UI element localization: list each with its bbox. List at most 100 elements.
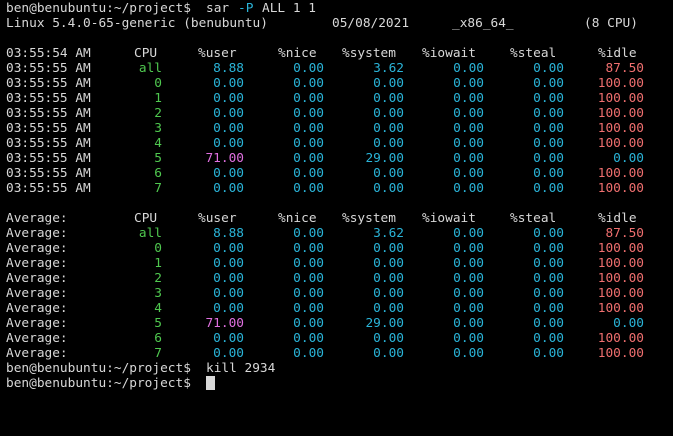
average-nice-cell: 0.00 bbox=[293, 241, 324, 256]
sample-row: 03:55:55 AM 4 0.00 0.00 0.00 0.00 0.00 100.00 bbox=[6, 136, 673, 151]
avg-header-nice: %nice bbox=[278, 211, 317, 226]
sample-idle-cell: 0.00 bbox=[613, 151, 644, 166]
average-cpu-cell: 3 bbox=[154, 286, 162, 301]
terminal-window[interactable]: ben@benubuntu:~/project$ sar -P ALL 1 1 … bbox=[0, 0, 673, 400]
average-steal-cell: 0.00 bbox=[533, 226, 564, 241]
sample-cpu-cell: 0 bbox=[154, 76, 162, 91]
sample-row: 03:55:55 AM 6 0.00 0.00 0.00 0.00 0.00 100.00 bbox=[6, 166, 673, 181]
shell-prompt: ben@benubuntu:~/project$ bbox=[6, 361, 191, 376]
sample-idle-cell: 87.50 bbox=[605, 61, 644, 76]
sample-user-cell: 0.00 bbox=[213, 136, 244, 151]
header-time: 03:55:54 AM bbox=[6, 46, 91, 61]
average-idle-cell: 100.00 bbox=[597, 241, 644, 256]
sample-steal-cell: 0.00 bbox=[533, 181, 564, 196]
sample-row: 03:55:55 AM 2 0.00 0.00 0.00 0.00 0.00 100.00 bbox=[6, 106, 673, 121]
sample-time-cell: 03:55:55 AM bbox=[6, 181, 91, 196]
sample-user-cell: 8.88 bbox=[213, 61, 244, 76]
average-row: Average: 1 0.00 0.00 0.00 0.00 0.00 100.00 bbox=[6, 256, 673, 271]
average-row: Average: 3 0.00 0.00 0.00 0.00 0.00 100.00 bbox=[6, 286, 673, 301]
sample-steal-cell: 0.00 bbox=[533, 166, 564, 181]
sample-idle-cell: 100.00 bbox=[597, 166, 644, 181]
sample-time-cell: 03:55:55 AM bbox=[6, 106, 91, 121]
text-cursor[interactable] bbox=[206, 376, 215, 390]
average-system-cell: 0.00 bbox=[373, 331, 404, 346]
average-system-cell: 3.62 bbox=[373, 226, 404, 241]
average-nice-cell: 0.00 bbox=[293, 346, 324, 361]
sample-system-cell: 0.00 bbox=[373, 76, 404, 91]
sample-iowait-cell: 0.00 bbox=[453, 61, 484, 76]
cpu-count: (8 CPU) bbox=[584, 16, 638, 31]
average-user-cell: 0.00 bbox=[213, 346, 244, 361]
average-row: Average: 5 71.00 0.00 29.00 0.00 0.00 0.00 bbox=[6, 316, 673, 331]
average-idle-cell: 0.00 bbox=[613, 316, 644, 331]
average-row: Average: 0 0.00 0.00 0.00 0.00 0.00 100.00 bbox=[6, 241, 673, 256]
average-cpu-cell: 4 bbox=[154, 301, 162, 316]
sample-time-cell: 03:55:55 AM bbox=[6, 166, 91, 181]
average-system-cell: 0.00 bbox=[373, 256, 404, 271]
average-header-row: Average: CPU %user %nice %system %iowait… bbox=[6, 211, 673, 226]
header-iowait: %iowait bbox=[422, 46, 476, 61]
report-date: 05/08/2021 bbox=[332, 16, 410, 31]
average-system-cell: 0.00 bbox=[373, 346, 404, 361]
sample-iowait-cell: 0.00 bbox=[453, 76, 484, 91]
sample-user-cell: 0.00 bbox=[213, 121, 244, 136]
sample-idle-cell: 100.00 bbox=[597, 76, 644, 91]
average-iowait-cell: 0.00 bbox=[453, 316, 484, 331]
average-system-cell: 0.00 bbox=[373, 301, 404, 316]
average-row: Average: 2 0.00 0.00 0.00 0.00 0.00 100.00 bbox=[6, 271, 673, 286]
sample-idle-cell: 100.00 bbox=[597, 106, 644, 121]
sample-nice-cell: 0.00 bbox=[293, 136, 324, 151]
average-nice-cell: 0.00 bbox=[293, 226, 324, 241]
average-idle-cell: 100.00 bbox=[597, 256, 644, 271]
average-cpu-cell: 1 bbox=[154, 256, 162, 271]
average-idle-cell: 100.00 bbox=[597, 346, 644, 361]
average-user-cell: 0.00 bbox=[213, 301, 244, 316]
sample-steal-cell: 0.00 bbox=[533, 106, 564, 121]
average-time-cell: Average: bbox=[6, 331, 68, 346]
shell-prompt: ben@benubuntu:~/project$ bbox=[6, 376, 191, 391]
sample-row: 03:55:55 AM 5 71.00 0.00 29.00 0.00 0.00 0.00 bbox=[6, 151, 673, 166]
header-system: %system bbox=[342, 46, 396, 61]
average-time-cell: Average: bbox=[6, 271, 68, 286]
sample-steal-cell: 0.00 bbox=[533, 121, 564, 136]
sample-time-cell: 03:55:55 AM bbox=[6, 76, 91, 91]
sample-idle-cell: 100.00 bbox=[597, 181, 644, 196]
average-iowait-cell: 0.00 bbox=[453, 331, 484, 346]
header-user: %user bbox=[198, 46, 237, 61]
terminal-line-command-kill: ben@benubuntu:~/project$ kill 2934 bbox=[6, 361, 673, 376]
terminal-line-active-prompt[interactable]: ben@benubuntu:~/project$ bbox=[6, 376, 673, 391]
sample-steal-cell: 0.00 bbox=[533, 76, 564, 91]
header-steal: %steal bbox=[510, 46, 557, 61]
avg-header-iowait: %iowait bbox=[422, 211, 476, 226]
average-iowait-cell: 0.00 bbox=[453, 286, 484, 301]
average-cpu-cell: 6 bbox=[154, 331, 162, 346]
sample-steal-cell: 0.00 bbox=[533, 151, 564, 166]
sample-nice-cell: 0.00 bbox=[293, 106, 324, 121]
sample-time-cell: 03:55:55 AM bbox=[6, 61, 91, 76]
average-user-cell: 8.88 bbox=[213, 226, 244, 241]
sample-system-cell: 0.00 bbox=[373, 121, 404, 136]
sample-iowait-cell: 0.00 bbox=[453, 166, 484, 181]
average-idle-cell: 100.00 bbox=[597, 286, 644, 301]
average-time-cell: Average: bbox=[6, 346, 68, 361]
average-steal-cell: 0.00 bbox=[533, 241, 564, 256]
average-system-cell: 0.00 bbox=[373, 271, 404, 286]
average-idle-cell: 100.00 bbox=[597, 301, 644, 316]
sample-cpu-cell: 3 bbox=[154, 121, 162, 136]
header-idle: %idle bbox=[598, 46, 637, 61]
kernel-info: Linux 5.4.0-65-generic (benubuntu) bbox=[6, 16, 268, 31]
sample-nice-cell: 0.00 bbox=[293, 151, 324, 166]
average-steal-cell: 0.00 bbox=[533, 331, 564, 346]
sample-user-cell: 0.00 bbox=[213, 166, 244, 181]
terminal-line-command-sar: ben@benubuntu:~/project$ sar -P ALL 1 1 bbox=[6, 1, 673, 16]
average-idle-cell: 100.00 bbox=[597, 271, 644, 286]
average-steal-cell: 0.00 bbox=[533, 346, 564, 361]
command-name: sar bbox=[206, 1, 230, 16]
sample-iowait-cell: 0.00 bbox=[453, 136, 484, 151]
sample-time-cell: 03:55:55 AM bbox=[6, 121, 91, 136]
sample-user-cell: 0.00 bbox=[213, 106, 244, 121]
sample-row: 03:55:55 AM 3 0.00 0.00 0.00 0.00 0.00 100.00 bbox=[6, 121, 673, 136]
sample-time-cell: 03:55:55 AM bbox=[6, 151, 91, 166]
sample-cpu-cell: 1 bbox=[154, 91, 162, 106]
average-nice-cell: 0.00 bbox=[293, 301, 324, 316]
